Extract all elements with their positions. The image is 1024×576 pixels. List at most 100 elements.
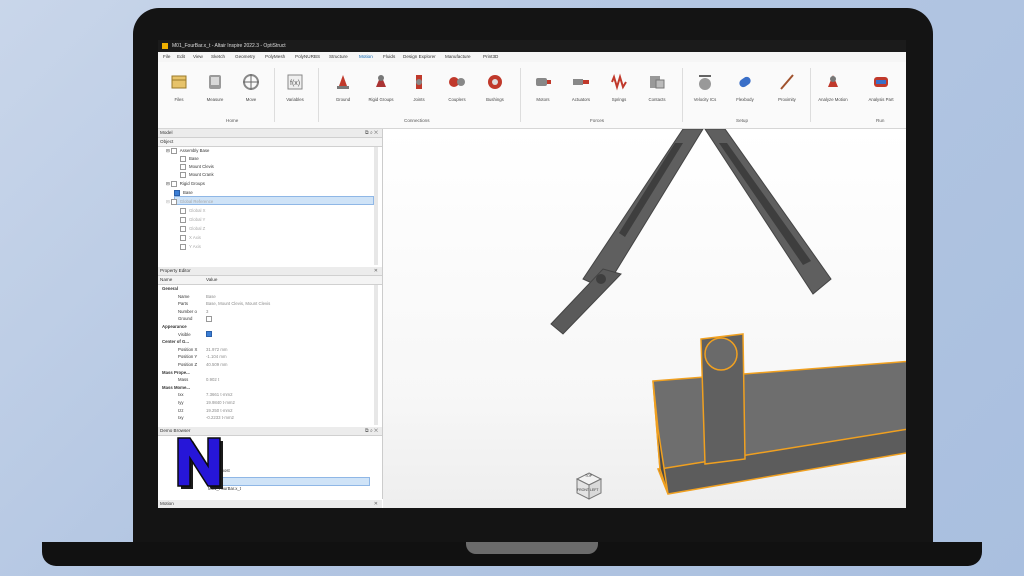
- property-value: 19.250 t·mm2: [206, 407, 233, 413]
- proximity-tool[interactable]: Proximity: [770, 72, 804, 116]
- tree-label: Assembly Base: [179, 148, 210, 153]
- tree-item[interactable]: X Axis: [180, 234, 201, 242]
- ground-icon: [337, 75, 349, 89]
- part-icon: [180, 155, 186, 162]
- property-value: 40.509 mm: [206, 362, 228, 367]
- close-icon[interactable]: ✕: [374, 500, 378, 508]
- springs-icon: [611, 73, 627, 91]
- 3d-viewport[interactable]: TOP LEFT FRONT: [383, 128, 906, 508]
- velocity-ics-label: Velocity ICs: [693, 97, 717, 102]
- tree-label: X Axis: [189, 235, 201, 240]
- tree-item[interactable]: Base: [180, 155, 199, 163]
- rigid-groups-icon: [376, 75, 386, 87]
- tree-item[interactable]: Y Axis: [180, 243, 201, 251]
- proximity-label: Proximity: [778, 97, 796, 102]
- view-cube[interactable]: TOP LEFT FRONT: [575, 471, 603, 501]
- tree-item[interactable]: Global X: [180, 207, 205, 215]
- flexbody-label: Flexbody: [736, 97, 754, 102]
- group-forces-label[interactable]: Forces: [590, 118, 604, 123]
- motors-tool[interactable]: Motors: [526, 72, 560, 116]
- property-scrollbar[interactable]: [374, 285, 378, 425]
- panel-controls-icon[interactable]: ⧉ ⌕ ✕: [365, 129, 378, 137]
- menu-sketch[interactable]: Sketch: [210, 52, 226, 62]
- tree-item[interactable]: ⊟ Rigid Groups: [166, 180, 205, 188]
- menu-polymesh[interactable]: PolyMesh: [264, 52, 286, 62]
- joints-icon: [416, 75, 422, 89]
- bushings-label: Bushings: [486, 97, 504, 102]
- tree-item[interactable]: Mount Crank: [180, 171, 214, 179]
- checkbox[interactable]: [206, 331, 212, 338]
- viewcube-top-label: TOP: [585, 474, 593, 478]
- tree-label: Global Z: [189, 226, 206, 231]
- ground-tool[interactable]: Ground: [326, 72, 360, 116]
- object-column-label: Object: [160, 139, 174, 144]
- measure-label: Measure: [206, 97, 224, 102]
- menu-manufacture[interactable]: Manufacture: [444, 52, 472, 62]
- files-icon: [171, 75, 187, 89]
- menu-geometry[interactable]: Geometry: [234, 52, 256, 62]
- property-editor-panel: Property Editor ✕ Name Value General Name…: [158, 267, 383, 427]
- menu-file[interactable]: File: [162, 52, 171, 62]
- springs-label: Springs: [611, 97, 627, 102]
- model-panel-title: Model: [160, 130, 173, 135]
- contacts-tool[interactable]: Contacts: [640, 72, 674, 116]
- files-tool[interactable]: Files: [162, 72, 196, 116]
- menu-polynurbs[interactable]: PolyNURBS: [294, 52, 321, 62]
- tree-item[interactable]: Global Z: [180, 225, 205, 233]
- variables-tool[interactable]: f(x) Variables: [278, 72, 312, 116]
- analyze-motion-button[interactable]: Analyze Motion: [816, 72, 850, 116]
- model-scrollbar[interactable]: [374, 147, 378, 265]
- plane-icon: [180, 225, 186, 232]
- couplers-tool[interactable]: Couplers: [440, 72, 474, 116]
- actuators-tool[interactable]: Actuators: [564, 72, 598, 116]
- property-value: -1.104 mm: [206, 354, 227, 360]
- ribbon-separator: [682, 68, 683, 122]
- plane-icon: [180, 216, 186, 223]
- move-tool[interactable]: Move: [234, 72, 268, 116]
- measure-tool[interactable]: Measure: [198, 72, 232, 116]
- measure-icon: [209, 75, 221, 89]
- springs-tool[interactable]: Springs: [602, 72, 636, 116]
- property-row[interactable]: Ixy -0.2233 t·mm2: [160, 414, 234, 422]
- joints-tool[interactable]: Joints: [402, 72, 436, 116]
- value-column-label: Value: [206, 277, 218, 282]
- tree-item-selected[interactable]: Base: [174, 189, 193, 197]
- tree-label: Global Y: [189, 217, 206, 222]
- property-value: 31.972 mm: [206, 346, 228, 352]
- property-editor-header: Property Editor ✕: [158, 267, 382, 276]
- model-panel-header: Model ⧉ ⌕ ✕: [158, 129, 382, 138]
- name-column-label: Name: [160, 277, 173, 282]
- variables-label: Variables: [286, 97, 304, 102]
- velocity-ics-tool[interactable]: Velocity ICs: [688, 72, 722, 116]
- folder-icon: [170, 198, 177, 205]
- close-icon[interactable]: ✕: [374, 267, 378, 275]
- flexbody-tool[interactable]: Flexbody: [728, 72, 762, 116]
- tree-item[interactable]: Global Y: [180, 216, 205, 224]
- menu-structure[interactable]: Structure: [328, 52, 349, 62]
- property-value: 19.9840 t·mm2: [206, 400, 235, 405]
- menu-edit[interactable]: Edit: [176, 52, 186, 62]
- menu-fluids[interactable]: Fluids: [382, 52, 396, 62]
- menu-design-explorer[interactable]: Design Explorer: [402, 52, 437, 62]
- checkbox[interactable]: [206, 316, 212, 323]
- link-left: [582, 128, 704, 290]
- menu-view[interactable]: View: [192, 52, 204, 62]
- menu-print3d[interactable]: Print3D: [482, 52, 499, 62]
- tree-item[interactable]: ⊟ Assembly Base: [166, 147, 209, 155]
- app-window: M01_FourBar.x_t - Altair Inspire 2022.3 …: [158, 40, 906, 508]
- tree-item[interactable]: Mount Clevis: [180, 163, 214, 171]
- rigid-groups-tool[interactable]: Rigid Groups: [364, 72, 398, 116]
- bushings-tool[interactable]: Bushings: [478, 72, 512, 116]
- motors-icon: [536, 78, 551, 86]
- laptop-base: [42, 542, 982, 566]
- panel-controls-icon[interactable]: ⧉ ⌕ ✕: [365, 427, 378, 435]
- couplers-icon: [449, 77, 465, 87]
- model-column-header: Object: [158, 138, 382, 147]
- menu-bar: File Edit View Sketch Geometry PolyMesh …: [158, 52, 906, 63]
- tree-item[interactable]: ⊟ Global Reference: [166, 198, 213, 206]
- property-value: -0.2233 t·mm2: [206, 415, 234, 421]
- motion-panel-title: Motion: [160, 501, 174, 506]
- slot: [619, 143, 683, 237]
- analysis-part-button[interactable]: Analysis Part: [864, 72, 898, 116]
- group-setup-label[interactable]: Setup: [736, 118, 748, 123]
